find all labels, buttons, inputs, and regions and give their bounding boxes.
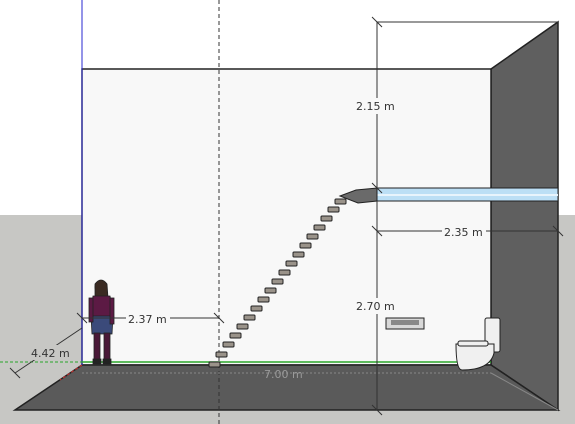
sink[interactable] — [385, 317, 425, 330]
dimension-mezzanine-depth-label: 2.35 m — [444, 226, 483, 239]
dimension-room-length-label: 7.00 m — [264, 368, 303, 381]
dimension-stair-offset-label: 2.37 m — [128, 313, 167, 326]
dimension-room-width-label: 4.42 m — [31, 347, 70, 360]
dimension-mezzanine-height-label: 2.70 m — [356, 300, 395, 313]
scene-canvas[interactable]: 2.15 m 2.35 m 2.70 m 2.37 m 4.42 m 7.00 … — [0, 0, 575, 424]
model-viewport[interactable]: 2.15 m 2.35 m 2.70 m 2.37 m 4.42 m 7.00 … — [0, 0, 575, 424]
side-wall[interactable] — [490, 20, 559, 412]
mezzanine-platform[interactable] — [338, 187, 559, 204]
dimension-ceiling-height-label: 2.15 m — [356, 100, 395, 113]
